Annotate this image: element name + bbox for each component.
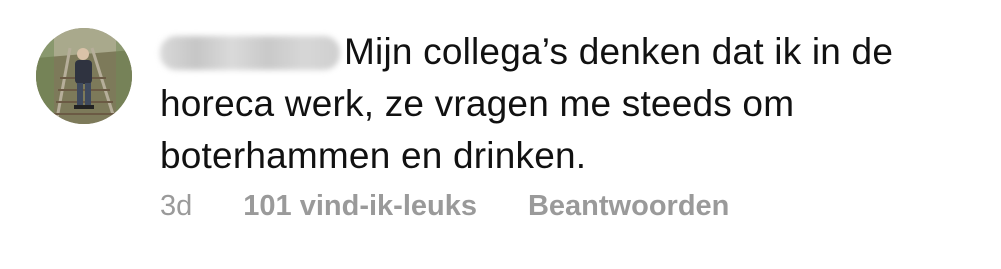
likes-count[interactable]: 101 vind-ik-leuks xyxy=(243,190,477,223)
comment-meta: 3d 101 vind-ik-leuks Beantwoorden xyxy=(160,186,729,226)
comment: Mijn collega’s denken dat ik in de horec… xyxy=(0,0,1001,269)
reply-button[interactable]: Beantwoorden xyxy=(528,190,729,223)
username-blurred[interactable] xyxy=(160,36,340,70)
comment-timestamp: 3d xyxy=(160,189,193,222)
avatar-photo xyxy=(36,28,132,124)
comment-body: Mijn collega’s denken dat ik in de horec… xyxy=(160,26,980,182)
avatar[interactable] xyxy=(36,28,132,124)
